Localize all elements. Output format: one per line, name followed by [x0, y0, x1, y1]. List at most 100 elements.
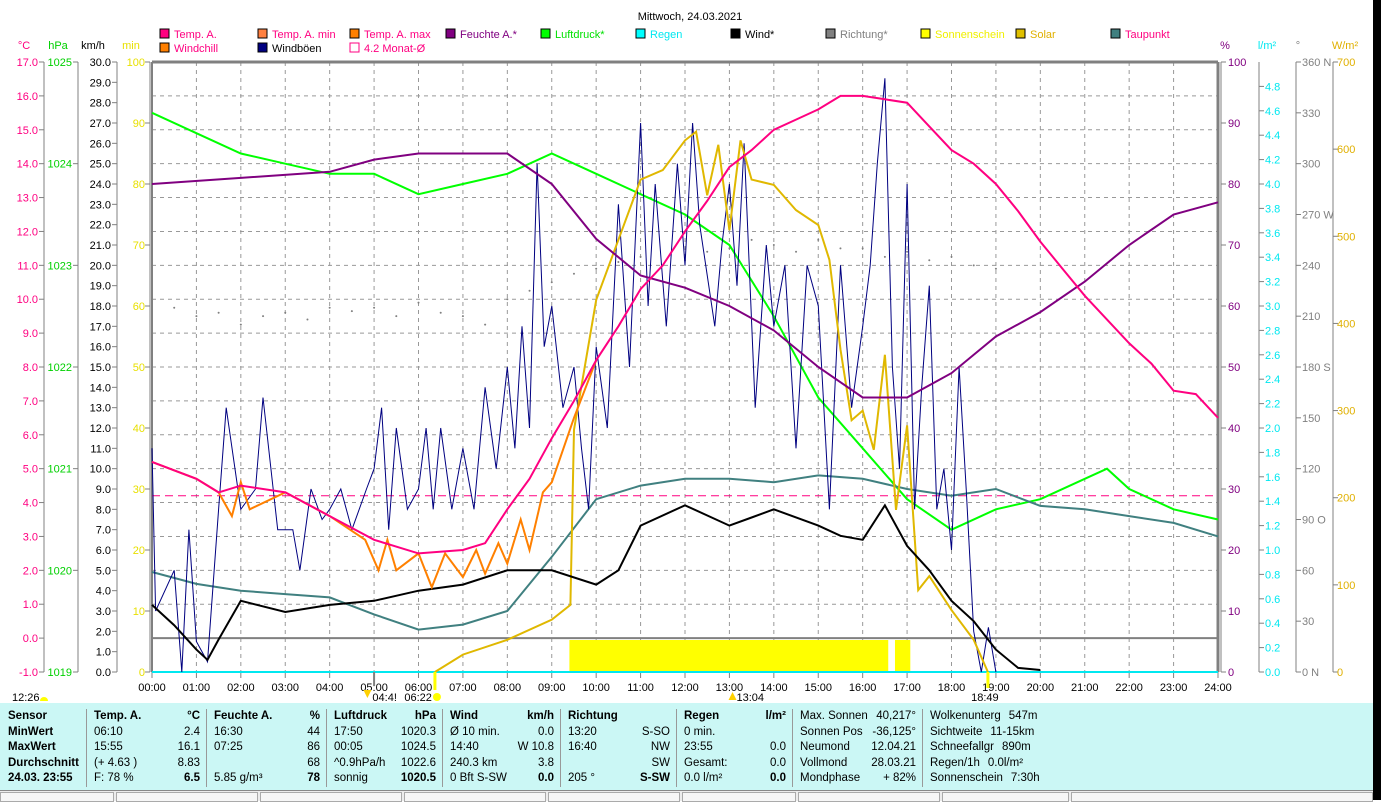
stats-unit: %: [309, 710, 320, 722]
stats-value: 68: [307, 756, 320, 769]
axis-tick-label-minutes: 40: [133, 423, 145, 435]
axis-tick-label-temp: 16.0: [17, 91, 38, 103]
marker-moonrise: 13:04: [737, 692, 765, 703]
axis-tick-label-rain: 3.6: [1265, 228, 1280, 240]
axis-tick-label-temp: 3.0: [23, 531, 38, 543]
axis-tick-label-minutes: 50: [133, 362, 145, 374]
stats-value: 6.5: [184, 772, 200, 784]
axis-tick-label-rain: 0.6: [1265, 594, 1280, 606]
x-tick-label: 20:00: [1027, 682, 1055, 694]
legend-swatch: [159, 28, 170, 39]
x-tick-label: 09:00: [538, 682, 566, 694]
axis-tick-label-rain: 1.6: [1265, 472, 1280, 484]
stats-col-misc: Wolkenunterg 547m Sichtweite 11-15km Schneef…: [922, 709, 1062, 787]
stats-time: sonnig: [334, 772, 368, 784]
axis-tick-label-humidity: 60: [1228, 301, 1240, 313]
stats-time: 0 min.: [684, 725, 716, 738]
stats-value: 1020.5: [400, 772, 436, 784]
axis-tick-label-solar: 700: [1337, 57, 1355, 69]
moonset-arrow-icon: [363, 690, 372, 698]
stats-label: Durchschnitt: [8, 756, 79, 769]
direction-point: [550, 281, 553, 284]
axis-tick-label-rain: 4.8: [1265, 81, 1280, 93]
stats-time: (+ 4.63 ): [94, 756, 138, 769]
x-tick-label: 08:00: [494, 682, 522, 694]
direction-point: [950, 255, 953, 258]
axis-tick-label-wind: 14.0: [90, 382, 111, 394]
stats-head: Regen: [684, 710, 720, 722]
legend-swatch: [257, 42, 268, 53]
axis-tick-label-temp: 11.0: [17, 260, 38, 272]
direction-point: [972, 264, 975, 267]
direction-point: [750, 238, 753, 241]
x-tick-label: 17:00: [893, 682, 921, 694]
stats-head: Feuchte A.: [214, 710, 273, 722]
axis-tick-label-rain: 3.2: [1265, 277, 1280, 289]
stats-label: 24.03. 23:55: [8, 772, 73, 784]
axis-tick-label-direction: 0 N: [1302, 667, 1319, 679]
stats-time: 17:50: [334, 725, 363, 738]
stats-label: MinWert: [8, 725, 54, 738]
stats-col-temp: Temp. A. °C 06:10 2.4 15:55 16.1 (+ 4.63 ) 8.83…: [86, 709, 207, 787]
axis-tick-label-wind: 11.0: [90, 443, 111, 455]
axis-tick-label-temp: 14.0: [17, 159, 38, 171]
direction-point: [461, 315, 464, 318]
stats-time: 0.0 l/m²: [684, 772, 723, 784]
legend-label: Temp. A.: [174, 29, 217, 41]
direction-point: [817, 238, 820, 241]
axis-tick-label-direction: 120: [1302, 464, 1320, 476]
marker-moon-culmination: 12:26: [12, 692, 40, 703]
stats-value: 0.0: [770, 772, 786, 784]
axis-tick-label-solar: 600: [1337, 144, 1355, 156]
stats-time: 13:20: [568, 725, 597, 738]
direction-point: [795, 250, 798, 253]
stats-label: Sichtweite: [930, 725, 983, 738]
stats-value: 1020.3: [400, 725, 436, 738]
stats-label: Sonnen Pos: [800, 725, 863, 738]
axis-tick-label-rain: 2.6: [1265, 350, 1280, 362]
axis-tick-label-wind: 1.0: [96, 647, 111, 659]
x-tick-label: 02:00: [227, 682, 255, 694]
axis-unit-temp: °C: [18, 40, 30, 52]
axis-unit-direction: °: [1296, 40, 1300, 52]
x-tick-label: 22:00: [1115, 682, 1143, 694]
x-tick-label: 11:00: [627, 682, 654, 694]
axis-tick-label-pressure: 1023: [48, 260, 72, 272]
status-segment: [1071, 792, 1373, 802]
marker-moonset: 04:4!: [372, 692, 396, 703]
x-tick-label: 12:00: [671, 682, 699, 694]
stats-time: Gesamt:: [684, 756, 728, 769]
stats-value: 3.8: [538, 756, 554, 769]
axis-tick-label-minutes: 100: [127, 57, 145, 69]
x-tick-label: 01:00: [183, 682, 211, 694]
direction-point: [839, 247, 842, 250]
axis-tick-label-temp: 15.0: [17, 125, 38, 137]
direction-point: [306, 318, 309, 321]
axis-tick-label-wind: 23.0: [90, 199, 111, 211]
x-tick-label: 21:00: [1071, 682, 1099, 694]
axis-tick-label-rain: 4.2: [1265, 155, 1280, 167]
axis-tick-label-humidity: 100: [1228, 57, 1246, 69]
stats-value: 890m: [1001, 741, 1031, 753]
status-segment: [0, 792, 114, 802]
direction-point: [350, 310, 353, 313]
status-segment: [798, 792, 940, 802]
stats-unit: °C: [187, 710, 200, 722]
axis-tick-label-wind: 3.0: [96, 606, 111, 618]
stats-time: 205 °: [568, 772, 595, 784]
legend-label: Windböen: [272, 43, 322, 55]
legend-swatch: [257, 28, 268, 39]
direction-point: [572, 272, 575, 275]
stats-time: 0 Bft S-SW: [450, 772, 507, 784]
legend-swatch: [1110, 28, 1121, 39]
axis-tick-label-direction: 180 S: [1302, 362, 1331, 374]
axis-tick-label-solar: 200: [1337, 493, 1355, 505]
stats-value: 547m: [1008, 710, 1038, 722]
x-tick-label: 00:00: [138, 682, 166, 694]
stats-value: 78: [307, 772, 320, 784]
axis-tick-label-temp: -1.0: [19, 667, 38, 679]
axis-tick-label-wind: 21.0: [90, 240, 111, 252]
stats-label: Wolkenunterg: [930, 710, 1001, 722]
stats-time: 240.3 km: [450, 756, 498, 769]
stats-col-sensor: Sensor MinWert MaxWert Durchschnitt 24.0…: [0, 709, 87, 787]
